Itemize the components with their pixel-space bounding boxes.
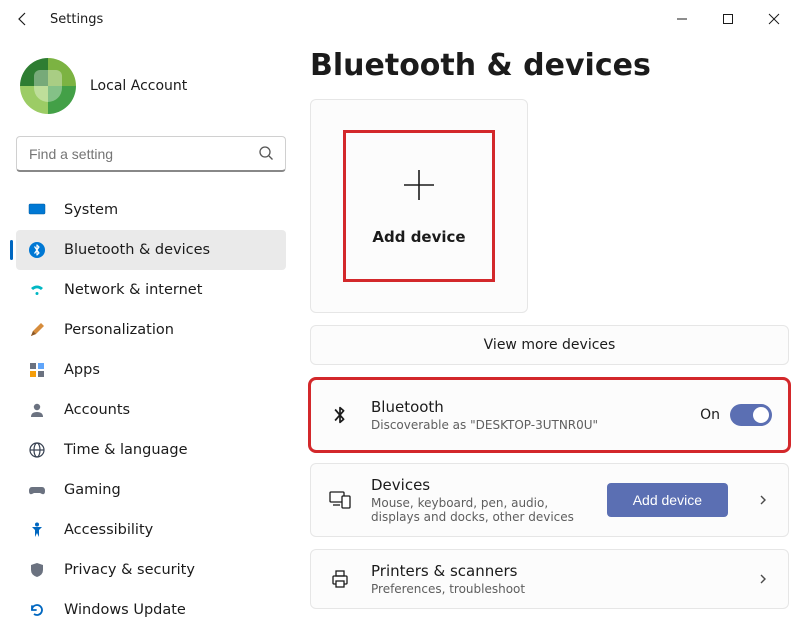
devices-row-title: Devices <box>371 476 589 494</box>
globe-icon <box>26 439 48 461</box>
sidebar-item-label: Windows Update <box>64 602 186 618</box>
add-device-label: Add device <box>372 228 465 246</box>
gaming-icon <box>26 479 48 501</box>
sidebar-item-accounts[interactable]: Accounts <box>16 390 286 430</box>
sidebar-item-label: Personalization <box>64 322 174 338</box>
chevron-right-icon <box>754 570 772 588</box>
bluetooth-icon <box>327 402 353 428</box>
devices-row-subtitle: Mouse, keyboard, pen, audio, displays an… <box>371 496 589 524</box>
sidebar-item-time-language[interactable]: Time & language <box>16 430 286 470</box>
bluetooth-toggle-row[interactable]: Bluetooth Discoverable as "DESKTOP-3UTNR… <box>310 379 789 451</box>
update-icon <box>26 599 48 621</box>
devices-row[interactable]: Devices Mouse, keyboard, pen, audio, dis… <box>310 463 789 537</box>
maximize-button[interactable] <box>705 4 751 34</box>
sidebar-item-label: Accessibility <box>64 522 153 538</box>
sidebar-item-system[interactable]: System <box>16 190 286 230</box>
display-icon <box>26 199 48 221</box>
bluetooth-toggle[interactable] <box>730 404 772 426</box>
search-input[interactable] <box>16 136 286 172</box>
printer-icon <box>327 566 353 592</box>
devices-icon <box>327 487 353 513</box>
sidebar-item-windows-update[interactable]: Windows Update <box>16 590 286 630</box>
sidebar-item-network[interactable]: Network & internet <box>16 270 286 310</box>
brush-icon <box>26 319 48 341</box>
sidebar-item-privacy[interactable]: Privacy & security <box>16 550 286 590</box>
sidebar-item-accessibility[interactable]: Accessibility <box>16 510 286 550</box>
bluetooth-state-label: On <box>700 407 720 423</box>
sidebar-item-label: Bluetooth & devices <box>64 242 210 258</box>
add-device-highlight: Add device <box>343 130 495 282</box>
titlebar: Settings <box>0 0 805 38</box>
main-content: Bluetooth & devices Add device View more… <box>300 38 805 624</box>
wifi-icon <box>26 279 48 301</box>
window-title: Settings <box>50 12 103 27</box>
profile[interactable]: Local Account <box>20 58 296 114</box>
sidebar-item-label: Gaming <box>64 482 121 498</box>
sidebar-item-label: Network & internet <box>64 282 202 298</box>
minimize-button[interactable] <box>659 4 705 34</box>
sidebar: Local Account System Bluetooth & devices <box>0 38 300 624</box>
search-box <box>16 136 286 172</box>
plus-icon <box>400 166 438 204</box>
add-device-tile[interactable]: Add device <box>310 99 528 313</box>
chevron-right-icon <box>754 491 772 509</box>
sidebar-item-personalization[interactable]: Personalization <box>16 310 286 350</box>
back-button[interactable] <box>8 4 38 34</box>
printers-row-subtitle: Preferences, troubleshoot <box>371 582 728 596</box>
shield-icon <box>26 559 48 581</box>
view-more-devices-button[interactable]: View more devices <box>310 325 789 365</box>
avatar <box>20 58 76 114</box>
printers-row[interactable]: Printers & scanners Preferences, trouble… <box>310 549 789 609</box>
apps-icon <box>26 359 48 381</box>
sidebar-item-apps[interactable]: Apps <box>16 350 286 390</box>
sidebar-item-label: Apps <box>64 362 100 378</box>
page-title: Bluetooth & devices <box>310 48 789 83</box>
printers-row-title: Printers & scanners <box>371 562 728 580</box>
close-button[interactable] <box>751 4 797 34</box>
sidebar-item-label: Accounts <box>64 402 130 418</box>
bluetooth-icon <box>26 239 48 261</box>
sidebar-item-label: System <box>64 202 118 218</box>
profile-name: Local Account <box>90 78 187 94</box>
search-icon <box>258 145 274 161</box>
person-icon <box>26 399 48 421</box>
add-device-button[interactable]: Add device <box>607 483 728 517</box>
sidebar-item-label: Time & language <box>64 442 188 458</box>
bluetooth-row-title: Bluetooth <box>371 398 682 416</box>
sidebar-item-label: Privacy & security <box>64 562 195 578</box>
bluetooth-row-subtitle: Discoverable as "DESKTOP-3UTNR0U" <box>371 418 682 432</box>
sidebar-item-gaming[interactable]: Gaming <box>16 470 286 510</box>
sidebar-item-bluetooth-devices[interactable]: Bluetooth & devices <box>16 230 286 270</box>
nav-list: System Bluetooth & devices Network & int… <box>16 190 296 630</box>
accessibility-icon <box>26 519 48 541</box>
